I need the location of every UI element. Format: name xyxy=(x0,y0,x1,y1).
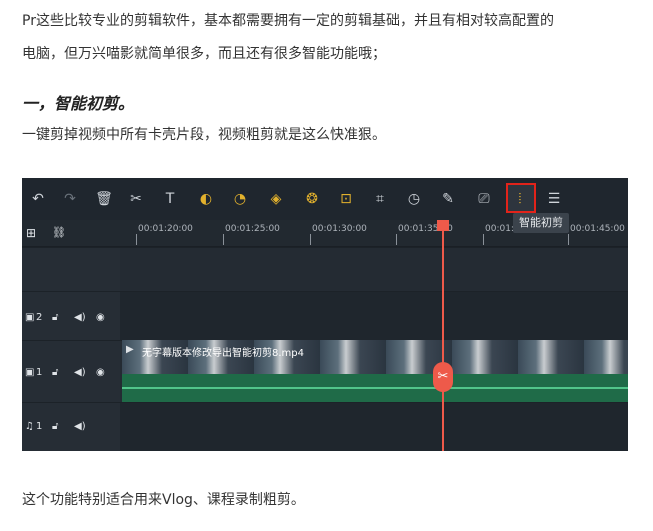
timeline-track-audio-1[interactable] xyxy=(120,402,628,451)
volume-icon[interactable]: ◀) xyxy=(74,421,86,432)
clip-audio-waveform xyxy=(122,374,628,402)
pen-icon[interactable]: ✎ xyxy=(438,190,458,208)
lock-icon[interactable]: 🔓︎ xyxy=(52,367,58,378)
lock-icon[interactable]: 🔓︎ xyxy=(52,421,58,432)
ruler-tick-label: 00:01:30:00 xyxy=(312,224,367,234)
speed-icon[interactable]: ◐ xyxy=(196,190,216,208)
smart-trim-icon[interactable]: ⦙ xyxy=(510,190,530,208)
ruler-tick xyxy=(136,234,137,245)
intro-line-2: 电脑，但万兴喵影就简单很多，而且还有很多智能功能哦； xyxy=(22,46,386,62)
empty-track-header xyxy=(22,247,120,292)
track-header-video-2[interactable]: ▣ 2 🔓︎ ◀) ◉ xyxy=(22,291,120,341)
scissors-icon[interactable]: ✂ xyxy=(126,190,146,208)
volume-icon[interactable]: ◀) xyxy=(74,312,86,323)
undo-icon[interactable]: ↶ xyxy=(28,190,48,208)
timer-icon[interactable]: ◷ xyxy=(404,190,424,208)
section-heading: 一，智能初剪。 xyxy=(22,94,135,113)
track-number: 1 xyxy=(36,367,43,378)
eye-icon[interactable]: ◉ xyxy=(96,312,105,323)
settings-sliders-icon[interactable]: ☰ xyxy=(544,190,564,208)
clip-title: 无字幕版本修改导出智能初剪8.mp4 xyxy=(142,348,304,359)
track-header-audio-1[interactable]: ♫ 1 🔓︎ ◀) xyxy=(22,402,120,451)
smart-trim-tooltip: 智能初剪 xyxy=(513,213,569,233)
delete-icon[interactable]: 🗑 xyxy=(94,190,114,208)
video-track-icon: ▣ xyxy=(25,367,35,378)
track-headers: ▣ 2 🔓︎ ◀) ◉ ▣ 1 🔓︎ ◀) ◉ ♫ 1 🔓︎ ◀) xyxy=(22,247,121,451)
closing-line: 这个功能特别适合用来Vlog、课程录制粗剪。 xyxy=(22,492,305,508)
ruler-tick xyxy=(223,234,224,245)
ruler-tick xyxy=(396,234,397,245)
track-header-video-1[interactable]: ▣ 1 🔓︎ ◀) ◉ xyxy=(22,340,120,403)
color-icon[interactable]: ❂ xyxy=(302,190,322,208)
music-track-icon: ♫ xyxy=(25,421,34,432)
volume-icon[interactable]: ◀) xyxy=(74,367,86,378)
video-clip[interactable]: ▶ 无字幕版本修改导出智能初剪8.mp4 xyxy=(122,340,628,402)
eye-icon[interactable]: ◉ xyxy=(96,367,105,378)
play-icon: ▶ xyxy=(126,344,134,355)
add-track-icon[interactable]: ⊞ xyxy=(26,226,36,240)
section-description: 一键剪掉视频中所有卡壳片段，视频粗剪就是这么快准狠。 xyxy=(22,127,386,143)
lock-icon[interactable]: 🔓︎ xyxy=(52,312,58,323)
keyframe-icon[interactable]: ◈ xyxy=(266,190,286,208)
ruler-tick-label: 00:01:45:00 xyxy=(570,224,625,234)
timeline-track-video-2[interactable] xyxy=(120,291,628,341)
playhead[interactable] xyxy=(442,220,444,451)
ruler-tick xyxy=(568,234,569,245)
redo-icon[interactable]: ↷ xyxy=(60,190,80,208)
ruler-tick-label: 00:01:25:00 xyxy=(225,224,280,234)
ai-cutout-icon[interactable]: ⊡ xyxy=(336,190,356,208)
crop-icon[interactable]: ⌗ xyxy=(370,190,390,208)
video-track-icon: ▣ xyxy=(25,312,35,323)
intro-line-1: Pr这些比较专业的剪辑软件，基本都需要拥有一定的剪辑基础，并且有相对较高配置的 xyxy=(22,13,554,29)
track-number: 2 xyxy=(36,312,43,323)
timeline-track-empty[interactable] xyxy=(120,247,628,292)
audio-icon[interactable]: ◔ xyxy=(230,190,250,208)
snapshot-icon[interactable]: ⎚ xyxy=(474,190,494,208)
ruler-tick xyxy=(310,234,311,245)
ruler-tick xyxy=(483,234,484,245)
text-icon[interactable]: T xyxy=(160,190,180,208)
split-scissors-icon[interactable]: ✂ xyxy=(433,362,453,392)
track-number: 1 xyxy=(36,421,43,432)
video-editor-screenshot: ↶ ↷ 🗑 ✂ T ◐ ◔ ◈ ❂ ⊡ ⌗ ◷ ✎ ⎚ ⦙ ☰ 智能初剪 ⊞ ⛓ 00:01:20:00 00:… xyxy=(22,178,628,451)
link-icon[interactable]: ⛓ xyxy=(52,226,66,239)
ruler-tick-label: 00:01:20:00 xyxy=(138,224,193,234)
